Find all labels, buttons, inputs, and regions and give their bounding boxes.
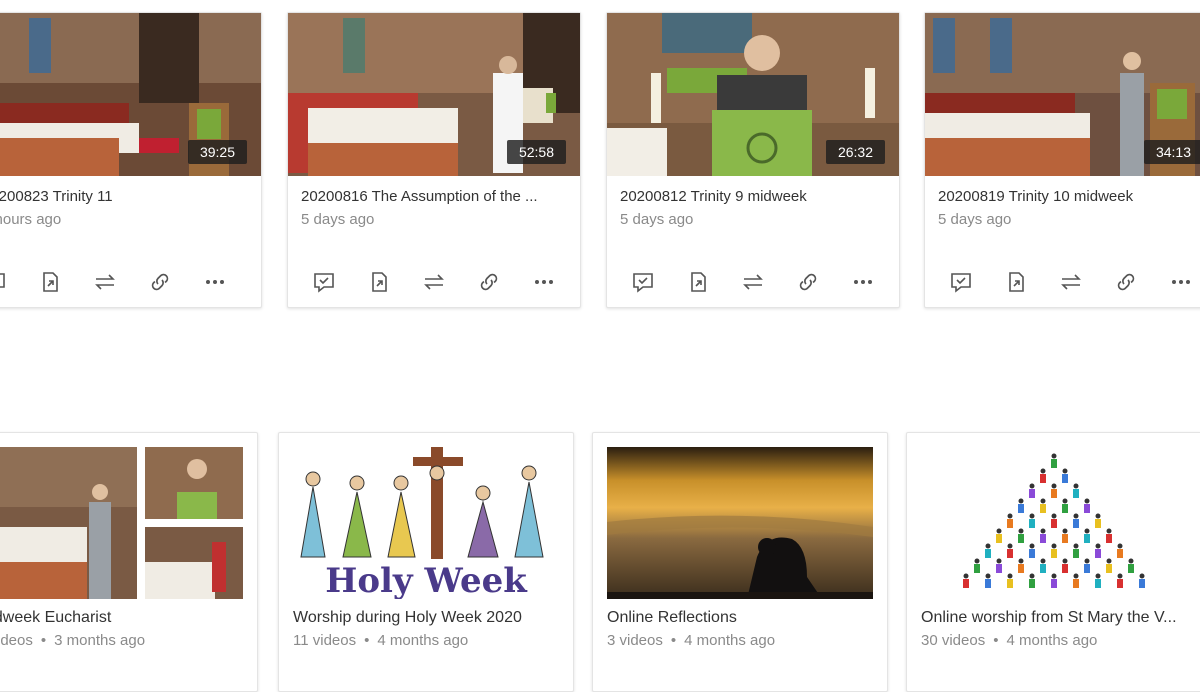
- swap-icon[interactable]: [421, 269, 447, 295]
- more-icon[interactable]: [531, 269, 557, 295]
- playlist-video-count: 3 videos: [607, 632, 663, 649]
- video-card[interactable]: 26:32 20200812 Trinity 9 midweek 5 days …: [606, 12, 900, 308]
- sunset-prayer-image: [607, 447, 873, 599]
- video-card[interactable]: 39:25 20200823 Trinity 11 2 hours ago: [0, 12, 262, 308]
- comment-check-icon[interactable]: [948, 269, 974, 295]
- playlist-title[interactable]: Online worship from St Mary the V...: [921, 609, 1189, 627]
- swap-icon[interactable]: [1058, 269, 1084, 295]
- playlist-title[interactable]: Midweek Eucharist: [0, 609, 245, 627]
- comment-check-icon[interactable]: [311, 269, 337, 295]
- video-title[interactable]: 20200823 Trinity 11: [0, 188, 250, 205]
- playlist-video-count: 30 videos: [921, 632, 986, 649]
- playlist-thumbnail[interactable]: [921, 447, 1187, 599]
- comment-check-icon[interactable]: [0, 269, 8, 295]
- playlist-meta: 3 videos • 4 months ago: [607, 632, 775, 649]
- video-thumbnail[interactable]: 39:25: [0, 13, 261, 176]
- video-actions: [938, 269, 1200, 295]
- playlist-collage-image: [0, 447, 243, 599]
- video-duration: 34:13: [1143, 140, 1200, 164]
- share-page-icon[interactable]: [37, 269, 63, 295]
- video-thumbnail[interactable]: 52:58: [288, 13, 580, 176]
- playlist-meta: 11 videos • 4 months ago: [293, 632, 468, 649]
- playlist-card[interactable]: Online Reflections 3 videos • 4 months ago: [592, 432, 888, 692]
- video-title[interactable]: 20200816 The Assumption of the ...: [301, 188, 569, 205]
- video-card[interactable]: 52:58 20200816 The Assumption of the ...…: [287, 12, 581, 308]
- playlist-meta: 3 videos • 3 months ago: [0, 632, 145, 649]
- video-upload-time: 5 days ago: [301, 211, 375, 228]
- holy-week-logo-text: Holy Week: [325, 561, 527, 599]
- playlist-thumbnail[interactable]: [607, 447, 873, 599]
- video-actions: [620, 269, 888, 295]
- video-actions: [301, 269, 569, 295]
- video-upload-time: 5 days ago: [620, 211, 694, 228]
- share-page-icon[interactable]: [366, 269, 392, 295]
- more-icon[interactable]: [850, 269, 876, 295]
- playlist-card[interactable]: Midweek Eucharist 3 videos • 3 months ago: [0, 432, 258, 692]
- video-thumbnail[interactable]: 26:32: [607, 13, 899, 176]
- more-icon[interactable]: [1168, 269, 1194, 295]
- separator-dot: •: [40, 632, 47, 649]
- link-icon[interactable]: [1113, 269, 1139, 295]
- playlist-title[interactable]: Worship during Holy Week 2020: [293, 609, 561, 627]
- playlist-card[interactable]: Holy Week Worship during Holy Week 2020 …: [278, 432, 574, 692]
- playlist-thumbnail[interactable]: [0, 447, 243, 599]
- playlist-age: 3 months ago: [54, 632, 146, 649]
- video-duration: 26:32: [825, 140, 885, 164]
- swap-icon[interactable]: [740, 269, 766, 295]
- video-card[interactable]: 34:13 20200819 Trinity 10 midweek 5 days…: [924, 12, 1200, 308]
- comment-check-icon[interactable]: [630, 269, 656, 295]
- video-upload-time: 2 hours ago: [0, 211, 62, 228]
- separator-dot: •: [364, 632, 370, 649]
- video-actions: [0, 269, 250, 295]
- separator-dot: •: [670, 632, 677, 649]
- playlist-video-count: 11 videos: [293, 632, 357, 649]
- swap-icon[interactable]: [92, 269, 118, 295]
- video-thumbnail[interactable]: 34:13: [925, 13, 1200, 176]
- link-icon[interactable]: [795, 269, 821, 295]
- share-page-icon[interactable]: [685, 269, 711, 295]
- video-duration: 52:58: [506, 140, 566, 164]
- video-title[interactable]: 20200812 Trinity 9 midweek: [620, 188, 888, 205]
- playlist-meta: 30 videos • 4 months ago: [921, 632, 1097, 649]
- link-icon[interactable]: [476, 269, 502, 295]
- playlist-thumbnail[interactable]: Holy Week: [293, 447, 559, 599]
- playlist-video-count: 3 videos: [0, 632, 33, 649]
- more-icon[interactable]: [202, 269, 228, 295]
- playlist-title[interactable]: Online Reflections: [607, 609, 875, 627]
- share-page-icon[interactable]: [1003, 269, 1029, 295]
- playlist-age: 4 months ago: [1006, 632, 1098, 649]
- video-duration: 39:25: [187, 140, 247, 164]
- separator-dot: •: [993, 632, 999, 649]
- playlist-age: 4 months ago: [377, 632, 469, 649]
- video-upload-time: 5 days ago: [938, 211, 1012, 228]
- playlist-card[interactable]: Online worship from St Mary the V... 30 …: [906, 432, 1200, 692]
- playlist-age: 4 months ago: [684, 632, 776, 649]
- video-title[interactable]: 20200819 Trinity 10 midweek: [938, 188, 1200, 205]
- link-icon[interactable]: [147, 269, 173, 295]
- human-pyramid-image: [921, 447, 1187, 599]
